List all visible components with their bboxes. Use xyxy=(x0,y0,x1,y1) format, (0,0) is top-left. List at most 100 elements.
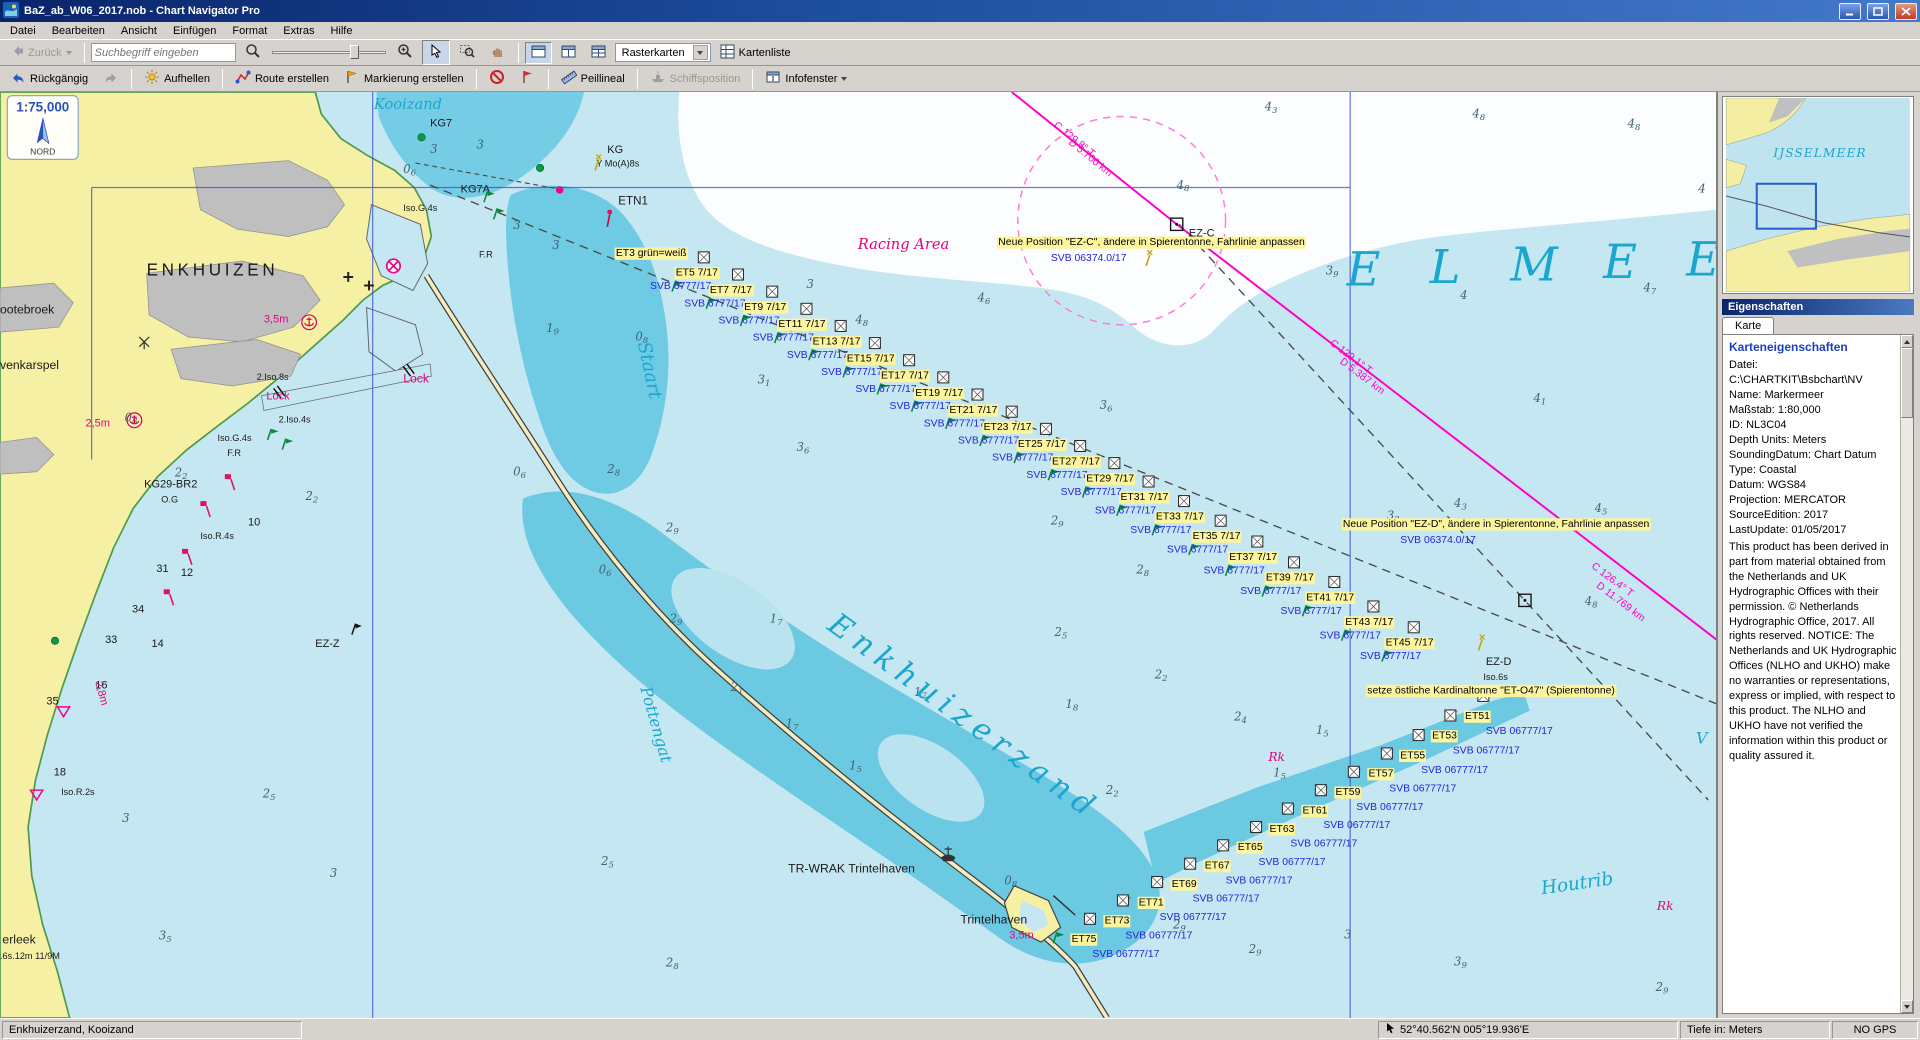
window-title: BaZ_ab_W06_2017.nob - Chart Navigator Pr… xyxy=(24,5,1833,17)
symbol-box xyxy=(1152,877,1163,888)
zoom-window-button[interactable] xyxy=(453,40,481,65)
symbol-box xyxy=(1084,913,1095,924)
chart-label: 2.Iso.4s xyxy=(279,415,311,425)
symbol-box xyxy=(904,355,915,366)
chart-canvas[interactable]: 1:75,000 NORD 06333319083136484648434848… xyxy=(0,92,1718,1018)
app-icon xyxy=(3,2,19,21)
menu-bearbeiten[interactable]: Bearbeiten xyxy=(44,23,113,39)
scroll-down-button[interactable] xyxy=(1901,1000,1913,1013)
select-tool-button[interactable] xyxy=(422,40,450,65)
symbol-box xyxy=(1288,557,1299,568)
property-line: Type: Coastal xyxy=(1729,463,1897,478)
search-button[interactable] xyxy=(239,40,267,65)
chart-label: 3,5m xyxy=(1009,929,1033,941)
chart-list-button[interactable]: Kartenliste xyxy=(714,41,797,65)
zoom-slider-thumb[interactable] xyxy=(350,45,359,59)
back-button[interactable]: Zurück xyxy=(4,41,78,64)
chart-mode-select[interactable]: Rasterkarten xyxy=(615,43,711,62)
chart-label: Kooizand xyxy=(373,96,442,113)
create-route-button[interactable]: Route erstellen xyxy=(229,66,335,91)
pan-tool-button[interactable] xyxy=(484,40,512,65)
symbol-dotg xyxy=(536,164,543,171)
symbol-box xyxy=(801,303,812,314)
undo-button[interactable]: Rückgängig xyxy=(4,67,94,91)
bearing-ruler-button[interactable]: Peillineal xyxy=(555,66,631,91)
redo-button[interactable] xyxy=(97,67,125,91)
symbol-dotg xyxy=(51,637,58,644)
zoom-in-button[interactable] xyxy=(391,40,419,65)
chart-mode-caret[interactable] xyxy=(693,45,708,60)
symbol-dotm xyxy=(556,186,563,193)
status-coordinates: 52°40.562'N 005°19.936'E xyxy=(1378,1021,1678,1039)
quad-pane-button[interactable] xyxy=(585,42,612,64)
chart-mode-value: Rasterkarten xyxy=(622,47,685,59)
single-pane-button[interactable] xyxy=(525,42,552,64)
brighten-button[interactable]: Aufhellen xyxy=(138,66,216,91)
symbol-box xyxy=(972,389,983,400)
chart-label: V xyxy=(1696,729,1709,748)
menu-extras[interactable]: Extras xyxy=(275,23,322,39)
minimize-button[interactable] xyxy=(1839,3,1861,20)
chart-label: Iso.R.4s xyxy=(200,531,234,541)
symbol-box xyxy=(1109,458,1120,469)
property-line: LastUpdate: 01/05/2017 xyxy=(1729,523,1897,538)
redo-icon xyxy=(103,70,119,88)
chart-label: ETN1 xyxy=(618,195,648,208)
info-window-icon xyxy=(765,69,781,88)
scroll-up-button[interactable] xyxy=(1901,335,1913,348)
symbol-box xyxy=(1478,690,1489,701)
north-label: NORD xyxy=(30,146,55,156)
symbol-box xyxy=(1252,536,1263,547)
scrollbar-thumb[interactable] xyxy=(1901,348,1913,418)
scrollbar-track[interactable] xyxy=(1901,348,1913,1000)
chart-label: 2,5m xyxy=(86,417,110,429)
property-list: Datei:C:\CHARTKIT\Bsbchart\NVName: Marke… xyxy=(1729,358,1897,537)
chart-label: Lock xyxy=(403,371,430,385)
chart-label: E xyxy=(1602,235,1637,289)
menu-format[interactable]: Format xyxy=(224,23,275,39)
chart-scale: 1:75,000 xyxy=(16,100,69,115)
chart-label: 34 xyxy=(132,604,144,616)
zoom-slider[interactable] xyxy=(270,44,388,61)
symbol-box xyxy=(1143,476,1154,487)
depth-sounding: 3 xyxy=(330,866,337,880)
panel-scrollbar[interactable] xyxy=(1900,335,1913,1013)
chart-label: Y Mo(A)8s xyxy=(596,159,639,169)
delete-mark-button[interactable] xyxy=(483,66,511,91)
property-line: Maßstab: 1:80,000 xyxy=(1729,403,1897,418)
menu-datei[interactable]: Datei xyxy=(2,23,44,39)
overview-map[interactable]: IJSSELMEER xyxy=(1722,96,1914,294)
chart-label: 3,5m xyxy=(264,313,288,325)
split-pane-button[interactable] xyxy=(555,42,582,64)
create-mark-button[interactable]: Markierung erstellen xyxy=(338,66,470,91)
maximize-button[interactable] xyxy=(1867,3,1889,20)
property-line: Name: Markermeer xyxy=(1729,388,1897,403)
info-window-button[interactable]: Infofenster xyxy=(759,66,853,91)
symbol-box xyxy=(1185,858,1196,869)
property-line: ID: NL3C04 xyxy=(1729,418,1897,433)
symbol-dotg xyxy=(418,134,425,141)
title-bar: BaZ_ab_W06_2017.nob - Chart Navigator Pr… xyxy=(0,0,1920,22)
search-input[interactable] xyxy=(91,43,236,62)
close-button[interactable] xyxy=(1895,3,1917,20)
chart-label: Iso.G.4s xyxy=(217,433,251,443)
menu-einfügen[interactable]: Einfügen xyxy=(165,23,224,39)
zoom-window-icon xyxy=(459,43,475,62)
ship-position-button[interactable]: Schiffsposition xyxy=(644,66,747,91)
tab-karte[interactable]: Karte xyxy=(1722,317,1774,334)
chart-label: KG xyxy=(607,144,623,156)
menu-ansicht[interactable]: Ansicht xyxy=(113,23,165,39)
chart-label: Iso.G.4s xyxy=(403,203,437,213)
chart-label: Iso.6s xyxy=(1483,672,1508,682)
symbol-box xyxy=(1368,601,1379,612)
menu-hilfe[interactable]: Hilfe xyxy=(322,23,360,39)
depth-sounding: 3 xyxy=(122,811,129,825)
properties-panel: IJSSELMEER Eigenschaften Karte Karteneig… xyxy=(1718,92,1918,1018)
property-line: Datei: xyxy=(1729,358,1897,373)
symbol-box xyxy=(1251,821,1262,832)
zoom-in-icon xyxy=(397,43,413,62)
red-flag-button[interactable] xyxy=(514,66,542,91)
chart-label: 10 xyxy=(248,517,260,529)
status-bar: Enkhuizerzand, Kooizand 52°40.562'N 005°… xyxy=(0,1018,1920,1040)
toolbar-navigation: Zurück Rasterkarten Kartenliste xyxy=(0,40,1920,66)
